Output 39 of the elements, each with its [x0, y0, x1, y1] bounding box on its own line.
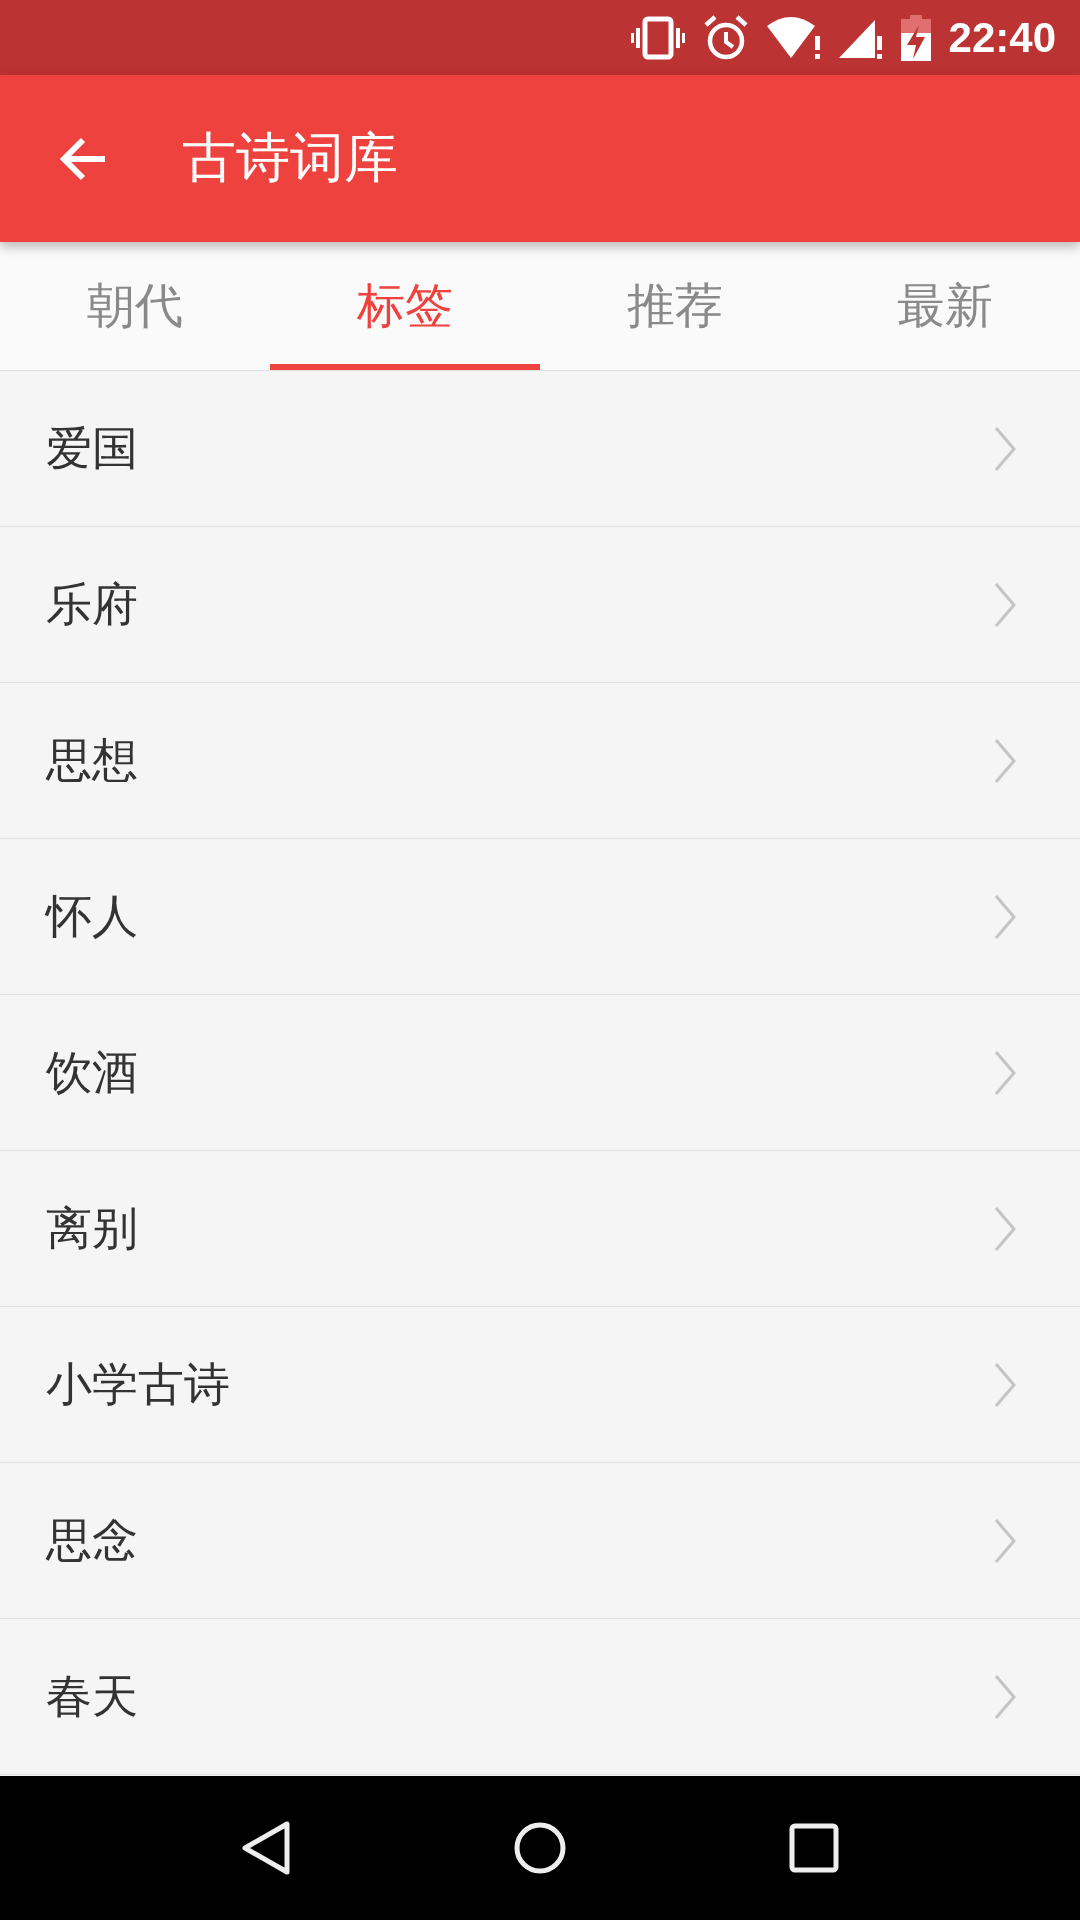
- tag-label: 爱国: [46, 419, 138, 477]
- tag-list-item[interactable]: 乐府: [0, 527, 1080, 683]
- wifi-icon: [766, 15, 821, 60]
- circle-home-icon: [513, 1821, 567, 1875]
- alarm-clock-icon: [702, 14, 749, 61]
- tag-label: 小学古诗: [46, 1355, 230, 1413]
- recents-button[interactable]: [789, 1823, 839, 1873]
- tag-label: 思念: [46, 1511, 138, 1569]
- screen-title: 古诗词库: [182, 125, 398, 191]
- chevron-right-icon: [994, 1361, 1016, 1408]
- chevron-right-icon: [994, 1205, 1016, 1252]
- chevron-right-icon: [994, 737, 1016, 784]
- chevron-right-icon: [994, 1673, 1016, 1720]
- tag-list-item[interactable]: 小学古诗: [0, 1307, 1080, 1463]
- tag-label: 饮酒: [46, 1043, 138, 1101]
- tag-label: 离别: [46, 1199, 138, 1257]
- tag-list-item[interactable]: 思念: [0, 1463, 1080, 1619]
- triangle-back-icon: [241, 1820, 291, 1876]
- tag-list-item[interactable]: 思想: [0, 683, 1080, 839]
- tag-label: 春天: [46, 1667, 138, 1725]
- tag-list-item[interactable]: 怀人: [0, 839, 1080, 995]
- vibrate-icon: [630, 15, 685, 60]
- clock-time: 22:40: [948, 13, 1056, 62]
- tag-list-item[interactable]: 春天: [0, 1619, 1080, 1775]
- tag-list-item[interactable]: 爱国: [0, 371, 1080, 527]
- tag-label: 怀人: [46, 887, 138, 945]
- tag-label: 乐府: [46, 575, 138, 633]
- chevron-right-icon: [994, 893, 1016, 940]
- tag-list-item[interactable]: 饮酒: [0, 995, 1080, 1151]
- tag-list-item[interactable]: 离别: [0, 1151, 1080, 1307]
- square-recents-icon: [789, 1823, 839, 1873]
- home-button[interactable]: [513, 1821, 567, 1875]
- chevron-right-icon: [994, 1049, 1016, 1096]
- tag-label: 思想: [46, 731, 138, 789]
- chevron-right-icon: [994, 425, 1016, 472]
- chevron-right-icon: [994, 1517, 1016, 1564]
- chevron-right-icon: [994, 581, 1016, 628]
- back-nav-button[interactable]: [241, 1820, 291, 1876]
- charging-battery-icon: [900, 14, 931, 61]
